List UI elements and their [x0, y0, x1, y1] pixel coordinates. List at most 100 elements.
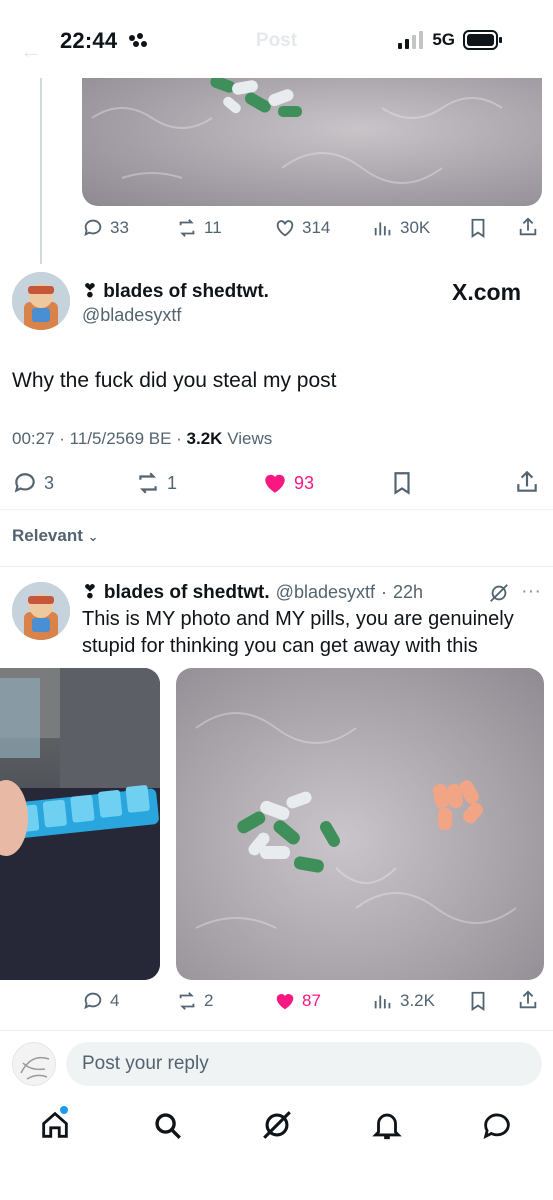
thread-line — [40, 78, 42, 264]
post-date: 11/5/2569 BE — [69, 429, 172, 448]
main-post-text: Why the fuck did you steal my post — [12, 369, 337, 392]
reply-views-action[interactable]: 3.2K — [372, 990, 435, 1012]
grok-icon[interactable] — [488, 582, 510, 609]
status-indicators: 5G — [398, 30, 503, 50]
like-icon — [276, 994, 294, 1010]
bookmark-icon — [471, 991, 485, 1011]
reply-reply-action[interactable]: 4 — [82, 990, 119, 1012]
views-icon — [374, 995, 391, 1009]
reply-icon — [84, 992, 102, 1010]
main-reply-action[interactable]: 3 — [12, 470, 54, 496]
reply-share-button[interactable] — [517, 989, 539, 1011]
composer-avatar[interactable] — [12, 1042, 56, 1086]
tab-home[interactable] — [38, 1106, 72, 1142]
status-time: 22:44 — [60, 28, 118, 53]
notifications-icon — [372, 1113, 402, 1140]
top-bookmark-button[interactable] — [467, 217, 489, 239]
top-like-count: 314 — [302, 218, 331, 237]
messages-icon — [483, 1113, 510, 1139]
main-post-meta: 00:27 · 11/5/2569 BE · 3.2K Views — [12, 429, 273, 448]
bookmark-icon — [394, 472, 410, 495]
grok-icon — [263, 1111, 291, 1139]
reply-icon — [14, 473, 35, 493]
home-icon — [42, 1111, 68, 1138]
ribbon-icon: ❣ — [82, 582, 98, 603]
main-repost-count: 1 — [167, 472, 178, 493]
top-like-action[interactable]: 314 — [274, 217, 330, 239]
tab-search[interactable] — [150, 1108, 184, 1142]
reply-placeholder: Post your reply — [82, 1053, 209, 1074]
reply-handle: @bladesyxtf — [275, 582, 375, 602]
tab-notifications[interactable] — [370, 1108, 404, 1142]
main-post-name-row[interactable]: ❣ blades of shedtwt. — [82, 280, 269, 303]
top-repost-count: 11 — [204, 218, 222, 237]
repost-icon — [179, 219, 195, 237]
views-icon — [374, 222, 391, 236]
reply-icon — [84, 219, 102, 237]
post-time: 00:27 — [12, 429, 55, 448]
reply-like-count: 87 — [302, 991, 321, 1010]
source-text: X.com — [452, 279, 522, 305]
ribbon-icon: ❣ — [82, 281, 98, 302]
reply-repost-count: 2 — [204, 991, 214, 1010]
main-share-button[interactable] — [514, 469, 540, 495]
main-repost-action[interactable]: 1 — [135, 470, 177, 496]
signal-icon — [398, 31, 424, 49]
reply-views-count: 3.2K — [400, 991, 435, 1010]
share-icon — [517, 470, 537, 492]
main-post-display-name: blades of shedtwt. — [103, 281, 269, 302]
tab-messages[interactable] — [480, 1108, 514, 1142]
battery-icon — [463, 30, 502, 50]
like-icon — [276, 220, 294, 237]
reply-age: 22h — [393, 582, 424, 602]
divider — [0, 566, 553, 567]
back-arrow-icon[interactable]: ← — [20, 38, 42, 64]
reply-reply-count: 4 — [110, 991, 120, 1010]
post-views-count: 3.2K — [186, 429, 223, 448]
reply-separator: · — [381, 582, 387, 602]
divider — [0, 1030, 553, 1031]
more-options-icon[interactable]: ··· — [521, 580, 541, 603]
main-like-count: 93 — [294, 472, 315, 493]
main-post-avatar[interactable] — [12, 272, 70, 330]
bookmark-icon — [471, 218, 485, 238]
top-reply-action[interactable]: 33 — [82, 217, 129, 239]
reply-input[interactable]: Post your reply — [66, 1042, 542, 1086]
sort-dropdown[interactable]: Relevant ⌄ — [12, 526, 99, 546]
repost-icon — [139, 472, 157, 494]
top-views-action[interactable]: 30K — [372, 217, 430, 239]
tab-grok[interactable] — [260, 1108, 294, 1142]
repost-icon — [179, 992, 195, 1010]
sort-label: Relevant — [12, 526, 83, 545]
notification-dot — [60, 1106, 68, 1114]
reply-image-pills[interactable] — [176, 668, 544, 980]
source-label: X.com — [452, 279, 521, 306]
reply-text: This is MY photo and MY pills, you are g… — [82, 608, 514, 657]
divider — [0, 509, 553, 510]
share-icon — [519, 217, 537, 236]
bottom-tab-bar — [0, 1106, 553, 1148]
reply-repost-action[interactable]: 2 — [176, 990, 213, 1012]
main-like-action[interactable]: 93 — [262, 470, 314, 496]
post-views-label: Views — [227, 429, 273, 448]
reply-bookmark-button[interactable] — [467, 990, 489, 1012]
main-post-handle[interactable]: @bladesyxtf — [82, 305, 181, 326]
like-icon — [265, 474, 285, 493]
chevron-down-icon: ⌄ — [87, 529, 99, 544]
location-icon — [126, 32, 150, 57]
share-icon — [519, 990, 537, 1009]
search-icon — [155, 1113, 181, 1139]
reply-avatar[interactable] — [12, 582, 70, 640]
reply-image-pill-organizer[interactable] — [0, 668, 160, 980]
top-reply-count: 33 — [110, 218, 129, 237]
quoted-post-image[interactable] — [82, 78, 542, 206]
reply-display-name: blades of shedtwt. — [103, 582, 270, 603]
main-reply-count: 3 — [44, 472, 55, 493]
reply-like-action[interactable]: 87 — [274, 990, 321, 1012]
network-label: 5G — [432, 30, 455, 49]
top-views-count: 30K — [400, 218, 431, 237]
main-bookmark-button[interactable] — [389, 470, 415, 496]
top-repost-action[interactable]: 11 — [176, 217, 222, 239]
top-share-button[interactable] — [517, 216, 539, 238]
reply-header[interactable]: ❣ blades of shedtwt. @bladesyxtf · 22h — [82, 581, 423, 604]
